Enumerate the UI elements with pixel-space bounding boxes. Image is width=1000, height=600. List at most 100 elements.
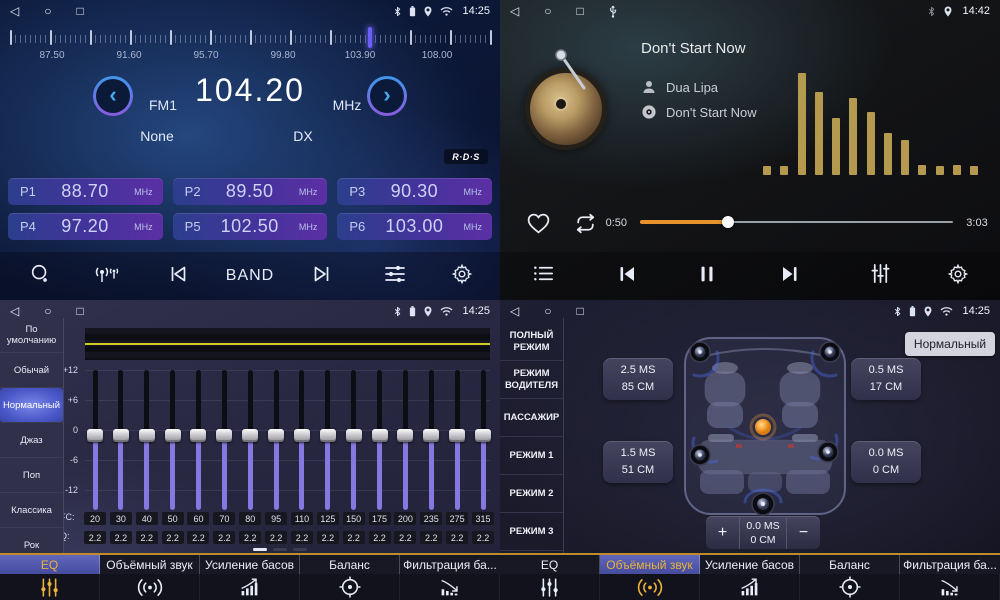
eq-slider-thumb-15[interactable] [449,429,465,442]
eq-slider-thumb-1[interactable] [87,429,103,442]
mode-5[interactable]: РЕЖИМ 2 [500,475,563,513]
q-value-9[interactable]: 2.2 [291,531,313,544]
mode-6[interactable]: РЕЖИМ 3 [500,513,563,551]
preset-button-p1[interactable]: P188.70MHz [8,178,163,205]
band-button[interactable]: BAND [215,252,285,300]
tune-down-button[interactable]: ‹ [93,76,133,116]
back-icon[interactable]: ◁ [510,305,519,317]
preset-button-p2[interactable]: P289.50MHz [173,178,328,205]
home-icon[interactable]: ○ [44,305,51,317]
q-value-15[interactable]: 2.2 [446,531,468,544]
eq-slider-thumb-9[interactable] [294,429,310,442]
eq-slider-thumb-16[interactable] [475,429,491,442]
q-value-10[interactable]: 2.2 [317,531,339,544]
q-value-7[interactable]: 2.2 [239,531,261,544]
eq-slider-thumb-4[interactable] [165,429,181,442]
eq-slider-thumb-11[interactable] [346,429,362,442]
equalizer-button[interactable] [856,252,904,300]
tab-surround[interactable]: Объёмный звук [100,555,200,600]
settings-button[interactable] [438,252,486,300]
q-value-5[interactable]: 2.2 [187,531,209,544]
q-value-8[interactable]: 2.2 [265,531,287,544]
fc-value-4[interactable]: 50 [162,512,184,525]
fc-value-15[interactable]: 275 [446,512,468,525]
fc-value-10[interactable]: 125 [317,512,339,525]
q-value-3[interactable]: 2.2 [136,531,158,544]
eq-slider-thumb-14[interactable] [423,429,439,442]
mode-2[interactable]: РЕЖИМ ВОДИТЕЛЯ [500,361,563,399]
q-value-1[interactable]: 2.2 [84,531,106,544]
fc-value-12[interactable]: 175 [369,512,391,525]
prev-station-button[interactable] [154,252,202,300]
page-dot[interactable] [273,548,287,551]
tab-surround[interactable]: Объёмный звук [600,555,700,600]
recents-icon[interactable]: □ [576,5,583,17]
q-value-6[interactable]: 2.2 [213,531,235,544]
favorite-button[interactable] [526,212,551,240]
pause-button[interactable] [683,252,731,300]
tune-up-button[interactable]: › [367,76,407,116]
search-button[interactable] [16,252,64,300]
q-value-14[interactable]: 2.2 [420,531,442,544]
eq-slider-thumb-3[interactable] [139,429,155,442]
eq-preset-3[interactable]: Нормальный [0,388,63,423]
fc-value-3[interactable]: 40 [136,512,158,525]
delay-box-front-right[interactable]: 0.5 MS17 CM [851,358,921,400]
profile-button[interactable]: Нормальный [905,332,995,356]
recents-icon[interactable]: □ [576,305,583,317]
q-value-11[interactable]: 2.2 [343,531,365,544]
fc-value-2[interactable]: 30 [110,512,132,525]
eq-preset-4[interactable]: Джаз [0,423,63,458]
preset-button-p4[interactable]: P497.20MHz [8,213,163,240]
fc-value-9[interactable]: 110 [291,512,313,525]
eq-slider-thumb-8[interactable] [268,429,284,442]
next-track-button[interactable] [766,252,814,300]
mode-1[interactable]: ПОЛНЫЙ РЕЖИМ [500,323,563,361]
tab-bass-boost[interactable]: Усиление басов [700,555,800,600]
eq-slider-thumb-2[interactable] [113,429,129,442]
preset-button-p5[interactable]: P5102.50MHz [173,213,328,240]
tab-eq[interactable]: EQ [0,555,100,600]
settings-button[interactable] [934,252,982,300]
page-dot[interactable] [253,548,267,551]
preset-button-p3[interactable]: P390.30MHz [337,178,492,205]
eq-preset-5[interactable]: Поп [0,458,63,493]
fc-value-16[interactable]: 315 [472,512,494,525]
eq-slider-thumb-10[interactable] [320,429,336,442]
eq-slider-thumb-13[interactable] [397,429,413,442]
mode-4[interactable]: РЕЖИМ 1 [500,437,563,475]
tab-balance[interactable]: Баланс [800,555,900,600]
page-dot[interactable] [293,548,307,551]
frequency-ruler[interactable] [10,30,490,47]
home-icon[interactable]: ○ [544,305,551,317]
fc-value-14[interactable]: 235 [420,512,442,525]
eq-slider-thumb-5[interactable] [190,429,206,442]
tab-filter[interactable]: Фильтрация ба... [900,555,1000,600]
recents-icon[interactable]: □ [76,305,83,317]
playlist-button[interactable] [519,252,567,300]
broadcast-button[interactable] [83,252,131,300]
q-value-2[interactable]: 2.2 [110,531,132,544]
q-value-16[interactable]: 2.2 [472,531,494,544]
previous-track-button[interactable] [603,252,651,300]
seek-bar[interactable] [640,215,953,229]
eq-slider-thumb-12[interactable] [372,429,388,442]
q-value-13[interactable]: 2.2 [394,531,416,544]
delay-box-rear-left[interactable]: 1.5 MS51 CM [603,441,673,483]
tab-filter[interactable]: Фильтрация ба... [400,555,500,600]
back-icon[interactable]: ◁ [10,305,19,317]
tab-balance[interactable]: Баланс [300,555,400,600]
fc-value-13[interactable]: 200 [394,512,416,525]
seek-thumb[interactable] [722,216,734,228]
fc-value-5[interactable]: 60 [187,512,209,525]
tuner-settings-button[interactable] [371,252,419,300]
preset-button-p6[interactable]: P6103.00MHz [337,213,492,240]
eq-slider-thumb-6[interactable] [216,429,232,442]
mode-3[interactable]: ПАССАЖИР [500,399,563,437]
delay-box-front-left[interactable]: 2.5 MS85 CM [603,358,673,400]
fc-value-7[interactable]: 80 [239,512,261,525]
delay-box-rear-right[interactable]: 0.0 MS0 CM [851,441,921,483]
tab-eq[interactable]: EQ [500,555,600,600]
eq-slider-thumb-7[interactable] [242,429,258,442]
tab-bass-boost[interactable]: Усиление басов [200,555,300,600]
